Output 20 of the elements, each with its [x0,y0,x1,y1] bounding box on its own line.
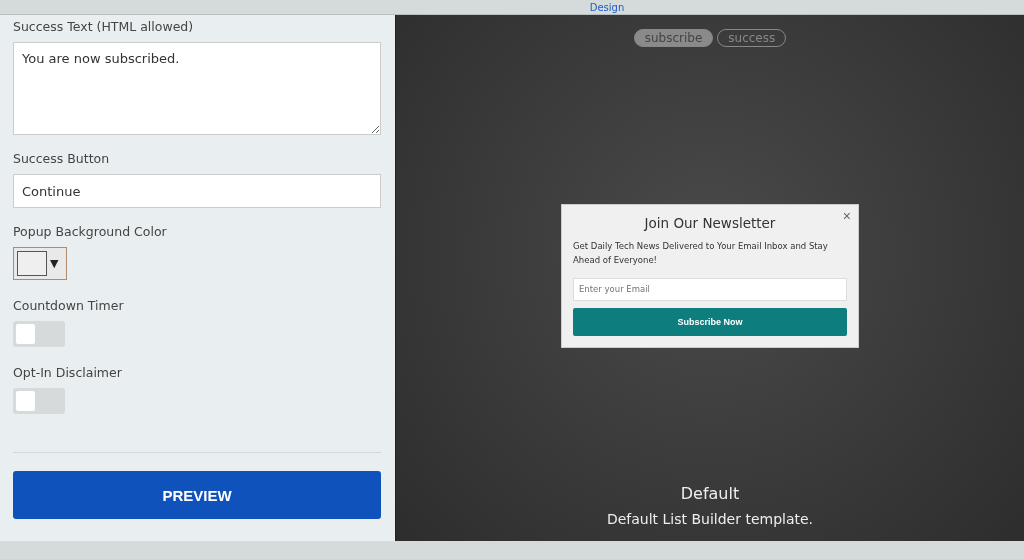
field-label: Success Text (HTML allowed) [13,19,195,34]
design-link[interactable]: Design [589,2,625,14]
field-label: Popup Background Color [13,224,168,239]
template-name: Default [680,483,740,503]
email-field[interactable]: Enter your Email [573,277,847,301]
toggle-label: Opt-In Disclaimer [13,365,123,380]
toggle-switch[interactable] [13,321,65,347]
success-button-field[interactable]: Continue [13,174,381,208]
color-picker[interactable]: ▼ [13,247,67,280]
close-button[interactable]: × [842,208,851,224]
popup-text: Get Daily Tech News Delivered to Your Email Inbox and Stay Ahead of Everyone! [573,240,829,267]
subscribe-button[interactable]: Subscribe Now [573,307,847,336]
field-label: Success Button [13,151,111,166]
toggle-switch[interactable] [13,388,65,414]
preview-button[interactable]: PREVIEW [13,471,381,519]
view-tab[interactable]: subscribe [633,29,714,47]
template-description: Default List Builder template. [606,510,814,527]
success-text-field[interactable]: You are now subscribed. [13,42,381,135]
toggle-label: Countdown Timer [13,298,125,313]
popup-title: Join Our Newsletter [642,215,777,231]
